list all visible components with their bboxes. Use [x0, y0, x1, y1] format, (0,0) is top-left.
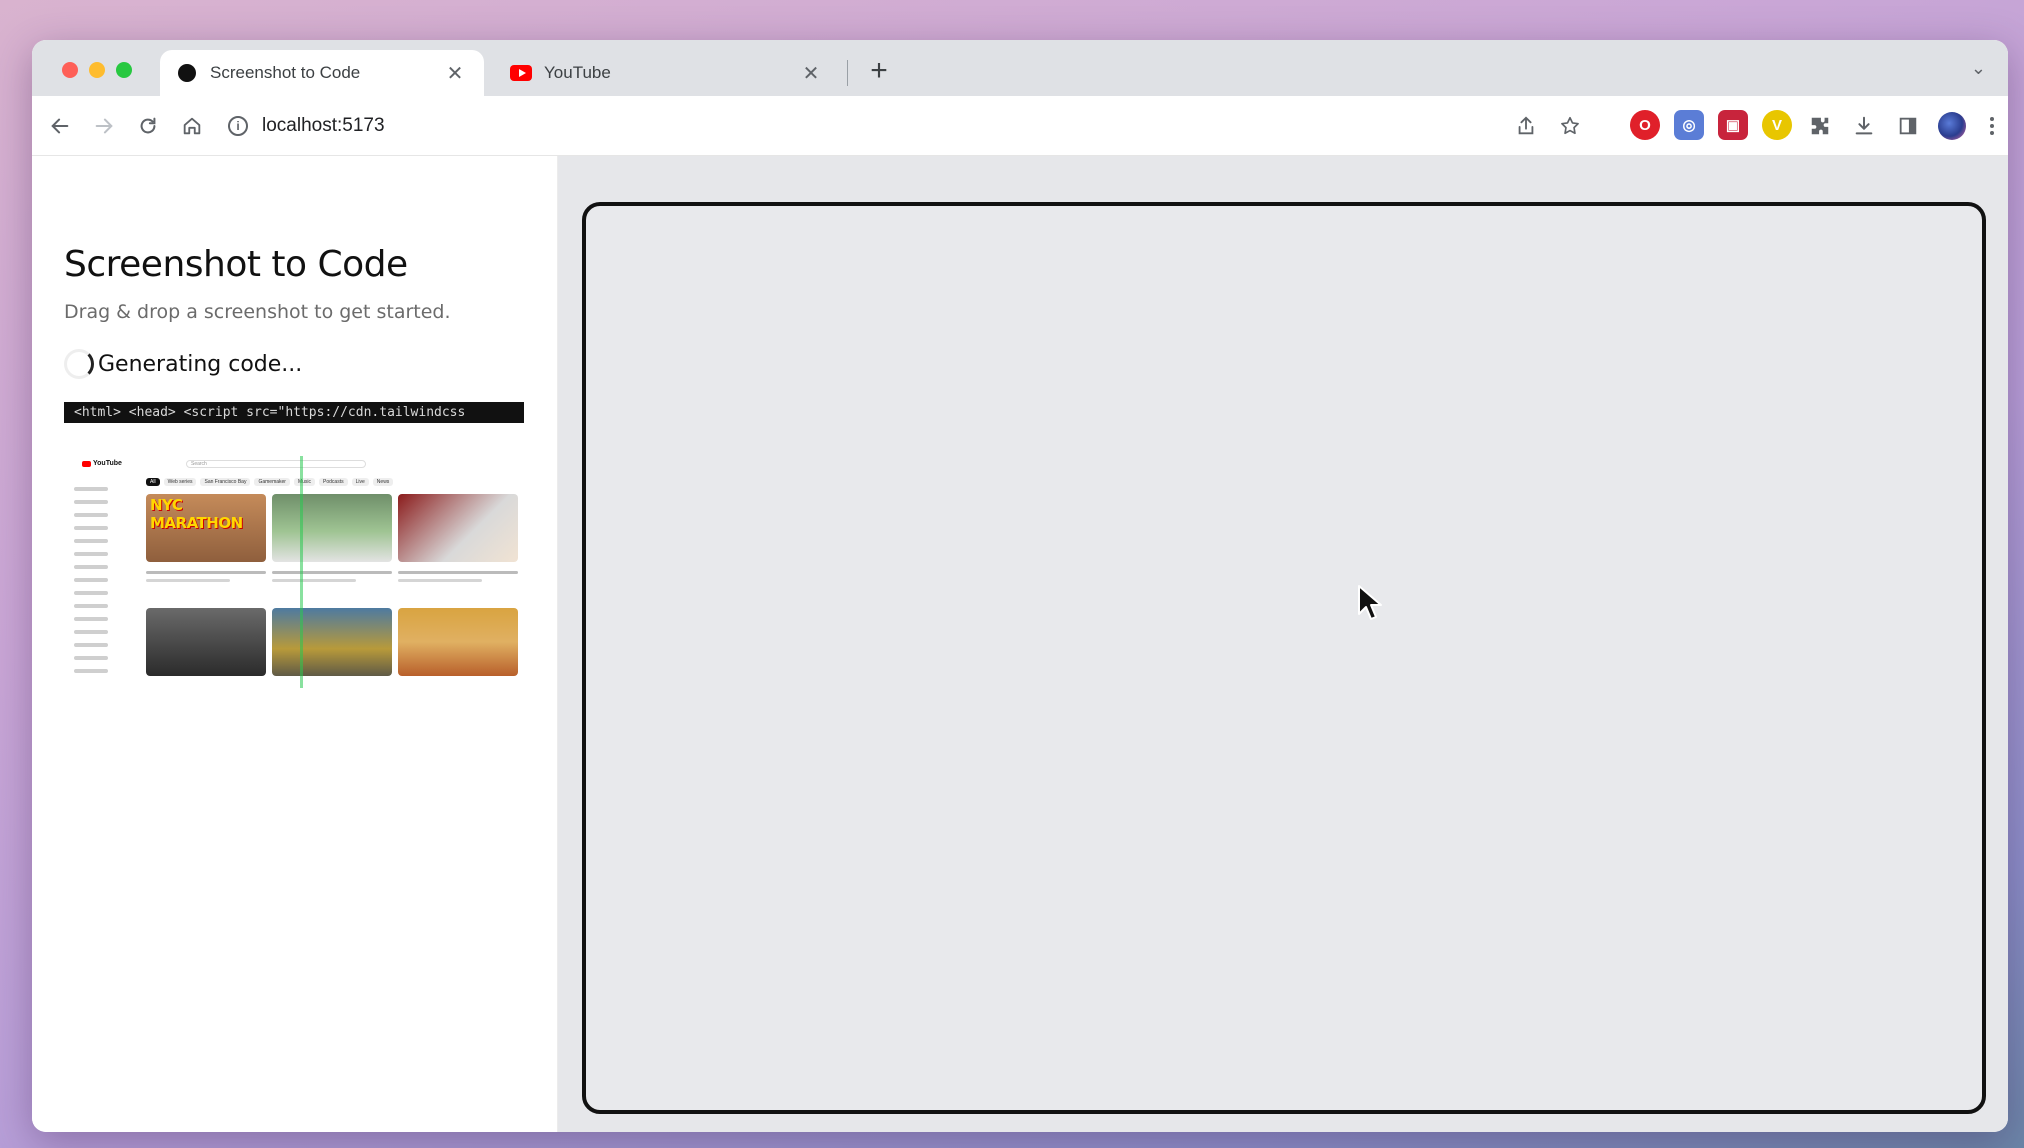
- address-url: localhost:5173: [262, 115, 385, 136]
- thumb-video-1: NYC MARATHON: [146, 494, 266, 562]
- thumb-chip: Music: [293, 478, 316, 486]
- home-icon[interactable]: [178, 112, 206, 140]
- reload-icon[interactable]: [134, 112, 162, 140]
- mouse-cursor-icon: [1358, 585, 1382, 620]
- generating-status: Generating code...: [64, 349, 302, 379]
- page-subtitle: Drag & drop a screenshot to get started.: [64, 301, 451, 323]
- privacy-extension-icon[interactable]: ◎: [1674, 110, 1704, 140]
- tab-close-icon[interactable]: ✕: [800, 61, 822, 86]
- thumb-video-4: [146, 608, 266, 676]
- thumb-chip: Web series: [163, 478, 197, 486]
- close-window-button[interactable]: [62, 62, 78, 78]
- youtube-logo-icon: YouTube: [82, 460, 122, 467]
- thumb-video-overlay: NYC MARATHON: [150, 496, 243, 532]
- circle-favicon-icon: [178, 64, 196, 82]
- thumb-chip: All: [146, 478, 160, 486]
- tab-title: YouTube: [544, 63, 611, 82]
- loading-spinner-icon: [64, 349, 94, 379]
- opera-icon[interactable]: O: [1630, 110, 1660, 140]
- tab-close-icon[interactable]: ✕: [444, 61, 466, 86]
- page-content: Screenshot to Code Drag & drop a screens…: [32, 156, 2008, 1132]
- status-text: Generating code...: [98, 351, 303, 377]
- youtube-favicon-icon: [510, 65, 532, 81]
- thumb-video-2: [272, 494, 392, 562]
- more-menu-icon[interactable]: [1978, 112, 2006, 140]
- browser-window: Screenshot to Code ✕ YouTube ✕ + ⌄ i loc…: [32, 40, 2008, 1132]
- thumb-chip: San Francisco Bay: [200, 478, 251, 486]
- preview-pane: [558, 156, 2008, 1132]
- thumb-video-meta: [398, 566, 518, 588]
- thumb-video-3: [398, 494, 518, 562]
- thumb-chip: Podcasts: [319, 478, 348, 486]
- tab-separator: [847, 60, 848, 86]
- page-title: Screenshot to Code: [64, 244, 408, 285]
- thumb-video-meta: [272, 566, 392, 588]
- thumb-chip-row: All Web series San Francisco Bay Gamemak…: [146, 478, 394, 486]
- tab-strip: Screenshot to Code ✕ YouTube ✕ + ⌄: [32, 40, 2008, 96]
- sidebar: Screenshot to Code Drag & drop a screens…: [32, 156, 558, 1132]
- puzzle-extensions-icon[interactable]: [1806, 112, 1834, 140]
- uploaded-screenshot-thumbnail: YouTube Search All Web series San Franci…: [64, 456, 524, 688]
- tab-search-dropdown[interactable]: ⌄: [1971, 58, 1986, 79]
- thumb-logo-text: YouTube: [93, 460, 122, 467]
- thumb-chip: Gamemaker: [254, 478, 290, 486]
- thumb-sidebar: [68, 478, 128, 673]
- share-icon[interactable]: [1512, 112, 1540, 140]
- tab-youtube[interactable]: YouTube ✕: [492, 50, 840, 96]
- browser-toolbar: i localhost:5173 O ◎ ▣ V: [32, 96, 2008, 156]
- download-icon[interactable]: [1850, 112, 1878, 140]
- code-stream-preview: <html> <head> <script src="https://cdn.t…: [64, 402, 524, 423]
- tab-title: Screenshot to Code: [210, 63, 361, 82]
- scan-line: [300, 456, 303, 688]
- bookmark-star-icon[interactable]: [1556, 112, 1584, 140]
- v-extension-icon[interactable]: V: [1762, 110, 1792, 140]
- back-arrow-icon[interactable]: [46, 112, 74, 140]
- minimize-window-button[interactable]: [89, 62, 105, 78]
- profile-avatar-icon[interactable]: [1938, 112, 1966, 140]
- tab-screenshot-to-code[interactable]: Screenshot to Code ✕: [160, 50, 484, 96]
- forward-arrow-icon[interactable]: [90, 112, 118, 140]
- thumb-video-6: [398, 608, 518, 676]
- thumb-video-5: [272, 608, 392, 676]
- red-square-extension-icon[interactable]: ▣: [1718, 110, 1748, 140]
- maximize-window-button[interactable]: [116, 62, 132, 78]
- site-info-icon[interactable]: i: [228, 116, 248, 136]
- preview-frame: [582, 202, 1986, 1114]
- thumb-search-bar: Search: [186, 460, 366, 468]
- thumb-chip: Live: [351, 478, 369, 486]
- new-tab-button[interactable]: +: [864, 54, 894, 88]
- thumb-video-meta: [146, 566, 266, 588]
- thumb-chip: News: [372, 478, 394, 486]
- side-panel-icon[interactable]: [1894, 112, 1922, 140]
